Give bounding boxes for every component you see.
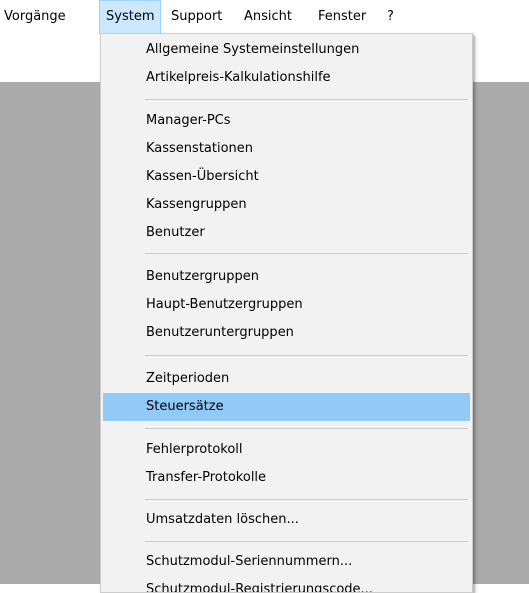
menu-item-zeitperioden[interactable]: Zeitperioden bbox=[103, 365, 470, 393]
menu-item-benutzergruppen[interactable]: Benutzergruppen bbox=[103, 263, 470, 291]
menu-help[interactable]: ? bbox=[387, 0, 394, 34]
menu-item-umsatzdaten-loeschen[interactable]: Umsatzdaten löschen... bbox=[103, 506, 470, 534]
menu-item-kassenstationen[interactable]: Kassenstationen bbox=[103, 135, 470, 163]
menu-item-manager-pcs[interactable]: Manager-PCs bbox=[103, 107, 470, 135]
menu-item-allgemeine-systemeinstellungen[interactable]: Allgemeine Systemeinstellungen bbox=[103, 36, 470, 64]
menu-item-schutzmodul-seriennummern[interactable]: Schutzmodul-Seriennummern... bbox=[103, 548, 470, 576]
menu-item-artikelpreis-kalkulationshilfe[interactable]: Artikelpreis-Kalkulationshilfe bbox=[103, 64, 470, 92]
menu-separator bbox=[145, 99, 468, 100]
menu-separator bbox=[145, 541, 468, 542]
menu-item-steuersaetze[interactable]: Steuersätze bbox=[103, 393, 470, 421]
menu-separator bbox=[145, 428, 468, 429]
menu-vorgaenge[interactable]: Vorgänge bbox=[4, 0, 66, 34]
menu-item-kassengruppen[interactable]: Kassengruppen bbox=[103, 191, 470, 219]
menu-item-schutzmodul-registrierungscode[interactable]: Schutzmodul-Registrierungscode... bbox=[103, 576, 470, 592]
menu-separator bbox=[145, 355, 468, 356]
menu-fenster[interactable]: Fenster bbox=[318, 0, 366, 34]
menu-item-kassen-uebersicht[interactable]: Kassen-Übersicht bbox=[103, 163, 470, 191]
menu-item-haupt-benutzergruppen[interactable]: Haupt-Benutzergruppen bbox=[103, 291, 470, 319]
menu-support[interactable]: Support bbox=[171, 0, 222, 34]
menu-ansicht[interactable]: Ansicht bbox=[244, 0, 292, 34]
menu-separator bbox=[145, 253, 468, 254]
menu-item-transfer-protokolle[interactable]: Transfer-Protokolle bbox=[103, 464, 470, 492]
menu-separator bbox=[145, 499, 468, 500]
menu-system[interactable]: System bbox=[99, 0, 162, 34]
menu-item-benutzer[interactable]: Benutzer bbox=[103, 219, 470, 247]
system-menu-dropdown: Allgemeine Systemeinstellungen Artikelpr… bbox=[100, 33, 473, 593]
menu-item-fehlerprotokoll[interactable]: Fehlerprotokoll bbox=[103, 436, 470, 464]
menu-bar: Vorgänge System Support Ansicht Fenster … bbox=[0, 0, 529, 34]
menu-item-benutzeruntergruppen[interactable]: Benutzeruntergruppen bbox=[103, 319, 470, 347]
